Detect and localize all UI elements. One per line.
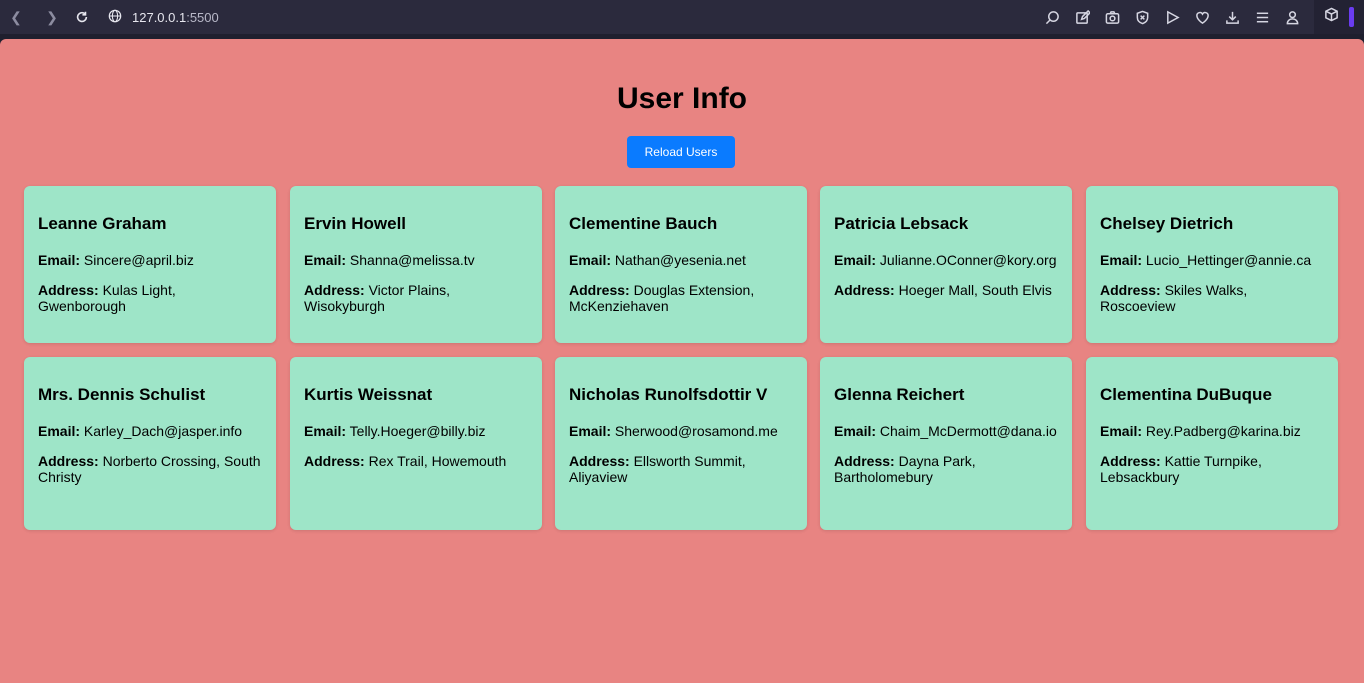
user-card: Nicholas Runolfsdottir V Email: Sherwood… <box>555 357 807 530</box>
user-email-value: Telly.Hoeger@billy.biz <box>349 423 486 439</box>
address-label: Address: <box>38 453 99 469</box>
email-label: Email: <box>304 252 347 268</box>
email-label: Email: <box>569 423 612 439</box>
page-viewport: User Info Reload Users Leanne Graham Ema… <box>0 39 1364 683</box>
email-label: Email: <box>38 252 81 268</box>
zoom-icon[interactable] <box>1042 7 1062 27</box>
globe-icon <box>108 9 122 26</box>
reload-page-icon[interactable] <box>70 5 94 29</box>
reload-users-button[interactable]: Reload Users <box>627 136 735 168</box>
user-email-value: Sherwood@rosamond.me <box>614 423 778 439</box>
user-email-value: Chaim_McDermott@dana.io <box>879 423 1057 439</box>
user-name: Ervin Howell <box>304 214 407 233</box>
user-card: Clementine Bauch Email: Nathan@yesenia.n… <box>555 186 807 343</box>
edit-icon[interactable] <box>1072 7 1092 27</box>
user-email: Email: Julianne.OConner@kory.org <box>834 252 1058 268</box>
address-label: Address: <box>38 282 99 298</box>
address-label: Address: <box>304 282 365 298</box>
user-name: Clementina DuBuque <box>1100 385 1272 404</box>
user-name: Leanne Graham <box>38 214 167 233</box>
forward-icon[interactable]: ❯ <box>40 5 64 29</box>
user-name: Glenna Reichert <box>834 385 965 404</box>
back-icon[interactable]: ❮ <box>4 5 28 29</box>
email-label: Email: <box>1100 423 1143 439</box>
page-title: User Info <box>616 82 748 115</box>
user-address: Address: Douglas Extension, McKenziehave… <box>569 282 793 314</box>
menu-icon[interactable] <box>1252 7 1272 27</box>
user-card: Leanne Graham Email: Sincere@april.biz A… <box>24 186 276 343</box>
user-email-value: Julianne.OConner@kory.org <box>879 252 1057 268</box>
user-name: Kurtis Weissnat <box>304 385 433 404</box>
user-email: Email: Sincere@april.biz <box>38 252 262 268</box>
address-label: Address: <box>1100 282 1161 298</box>
user-card: Glenna Reichert Email: Chaim_McDermott@d… <box>820 357 1072 530</box>
user-name: Mrs. Dennis Schulist <box>38 385 206 404</box>
user-address: Address: Skiles Walks, Roscoeview <box>1100 282 1324 314</box>
address-label: Address: <box>834 282 895 298</box>
url-host: 127.0.0.1 <box>132 9 187 25</box>
camera-icon[interactable] <box>1102 7 1122 27</box>
email-label: Email: <box>1100 252 1143 268</box>
user-email-value: Lucio_Hettinger@annie.ca <box>1145 252 1312 268</box>
user-address: Address: Dayna Park, Bartholomebury <box>834 453 1058 485</box>
email-label: Email: <box>834 252 877 268</box>
user-name: Chelsey Dietrich <box>1100 214 1234 233</box>
user-address: Address: Kulas Light, Gwenborough <box>38 282 262 314</box>
user-address: Address: Rex Trail, Howemouth <box>304 453 528 469</box>
user-address: Address: Norberto Crossing, South Christ… <box>38 453 262 485</box>
user-card: Clementina DuBuque Email: Rey.Padberg@ka… <box>1086 357 1338 530</box>
address-label: Address: <box>304 453 365 469</box>
email-label: Email: <box>569 252 612 268</box>
address-label: Address: <box>569 453 630 469</box>
user-card: Kurtis Weissnat Email: Telly.Hoeger@bill… <box>290 357 542 530</box>
user-address: Address: Ellsworth Summit, Aliyaview <box>569 453 793 485</box>
user-email-value: Shanna@melissa.tv <box>349 252 475 268</box>
user-email-value: Rey.Padberg@karina.biz <box>1145 423 1301 439</box>
user-email: Email: Nathan@yesenia.net <box>569 252 793 268</box>
user-address-value: Rex Trail, Howemouth <box>368 453 507 469</box>
cube-icon[interactable] <box>1324 7 1339 27</box>
user-card: Ervin Howell Email: Shanna@melissa.tv Ad… <box>290 186 542 343</box>
user-email: Email: Chaim_McDermott@dana.io <box>834 423 1058 439</box>
address-label: Address: <box>1100 453 1161 469</box>
user-email: Email: Lucio_Hettinger@annie.ca <box>1100 252 1324 268</box>
user-name: Clementine Bauch <box>569 214 718 233</box>
user-card: Mrs. Dennis Schulist Email: Karley_Dach@… <box>24 357 276 530</box>
shield-icon[interactable] <box>1132 7 1152 27</box>
browser-toolbar: ❮ ❯ 127.0.0.1:5500 <box>0 0 1364 34</box>
email-label: Email: <box>834 423 877 439</box>
address-bar[interactable]: 127.0.0.1:5500 <box>108 9 219 26</box>
user-card: Chelsey Dietrich Email: Lucio_Hettinger@… <box>1086 186 1338 343</box>
user-address: Address: Kattie Turnpike, Lebsackbury <box>1100 453 1324 485</box>
email-label: Email: <box>38 423 81 439</box>
user-email: Email: Telly.Hoeger@billy.biz <box>304 423 528 439</box>
url-port: :5500 <box>186 9 219 25</box>
address-label: Address: <box>569 282 630 298</box>
email-label: Email: <box>304 423 347 439</box>
heart-icon[interactable] <box>1192 7 1212 27</box>
user-email: Email: Karley_Dach@jasper.info <box>38 423 262 439</box>
user-address-value: Hoeger Mall, South Elvis <box>898 282 1052 298</box>
user-name: Nicholas Runolfsdottir V <box>569 385 768 404</box>
user-name: Patricia Lebsack <box>834 214 969 233</box>
user-email-value: Sincere@april.biz <box>83 252 194 268</box>
extensions-area <box>1314 0 1364 34</box>
user-email: Email: Sherwood@rosamond.me <box>569 423 793 439</box>
user-email: Email: Shanna@melissa.tv <box>304 252 528 268</box>
user-email-value: Nathan@yesenia.net <box>614 252 746 268</box>
sidebar-indicator <box>1349 7 1354 27</box>
user-card: Patricia Lebsack Email: Julianne.OConner… <box>820 186 1072 343</box>
profile-icon[interactable] <box>1282 7 1302 27</box>
download-icon[interactable] <box>1222 7 1242 27</box>
user-address: Address: Hoeger Mall, South Elvis <box>834 282 1058 298</box>
play-icon[interactable] <box>1162 7 1182 27</box>
user-email: Email: Rey.Padberg@karina.biz <box>1100 423 1324 439</box>
user-address: Address: Victor Plains, Wisokyburgh <box>304 282 528 314</box>
user-email-value: Karley_Dach@jasper.info <box>83 423 243 439</box>
address-label: Address: <box>834 453 895 469</box>
